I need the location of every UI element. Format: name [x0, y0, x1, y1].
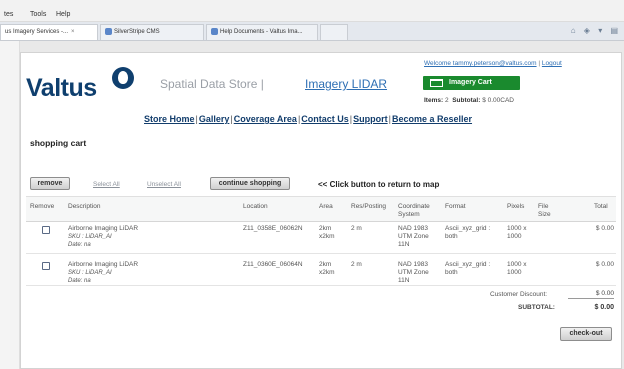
- nav-separator: |: [349, 114, 353, 124]
- site-name: Spatial Data Store |: [160, 77, 264, 91]
- browser-tabbar: us Imagery Services -... × SilverStripe C…: [0, 22, 624, 41]
- valtus-logo-mark-icon: [112, 67, 134, 89]
- menu-item-file[interactable]: tes: [4, 11, 13, 18]
- tab-label: SilverStripe CMS: [114, 29, 160, 35]
- column-header-remove: Remove: [30, 203, 55, 210]
- welcome-user-link[interactable]: Welcome tammy.peterson@valtus.com: [424, 60, 537, 67]
- column-header-file-size: File Size: [538, 203, 551, 218]
- menu-item-tools[interactable]: Tools: [30, 11, 46, 18]
- nav-separator: |: [388, 114, 391, 124]
- remove-checkbox[interactable]: [42, 226, 50, 234]
- cart-summary: Items: 2 Subtotal: $ 0.00CAD: [424, 97, 514, 104]
- subtotal-value: $ 0.00CAD: [482, 97, 514, 104]
- menu-item-help[interactable]: Help: [56, 11, 70, 18]
- item-description: Airborne Imaging LiDAR: [68, 225, 139, 232]
- unselect-all-link[interactable]: Unselect All: [147, 181, 181, 188]
- row-divider: [26, 285, 616, 286]
- imagery-cart-label: Imagery Cart: [449, 79, 492, 86]
- select-all-link[interactable]: Select All: [93, 181, 120, 188]
- column-header-coordinate-system: Coordinate System: [398, 203, 430, 218]
- item-date: Date: na: [68, 278, 91, 284]
- item-total: $ 0.00: [595, 261, 614, 268]
- tab-label: Help Documents - Valtus Ima...: [220, 29, 303, 35]
- item-total: $ 0.00: [595, 225, 614, 232]
- item-location: Z11_0358E_06062N: [243, 225, 303, 232]
- item-format: Ascii_xyz_grid : both: [445, 225, 491, 240]
- tab-help-documents[interactable]: Help Documents - Valtus Ima...: [206, 24, 318, 40]
- row-divider: [26, 253, 616, 254]
- tab-label: us Imagery Services -...: [5, 29, 69, 35]
- item-area: 2km x2km: [319, 261, 335, 276]
- chevron-down-icon[interactable]: ▾: [598, 26, 602, 35]
- subtotal-label: Subtotal:: [452, 97, 481, 104]
- item-sku: SKU : LiDAR_AI: [68, 234, 112, 240]
- column-header-total: Total: [594, 203, 608, 210]
- column-header-format: Format: [445, 203, 466, 210]
- tab-valtus[interactable]: us Imagery Services -... ×: [0, 24, 98, 40]
- item-sku: SKU : LiDAR_AI: [68, 270, 112, 276]
- nav-separator: |: [195, 114, 198, 124]
- page-title: shopping cart: [30, 138, 87, 148]
- nav-coverage-area[interactable]: Coverage Area: [234, 114, 297, 124]
- return-to-map-hint: << Click button to return to map: [318, 180, 440, 189]
- browser-menubar: tes Tools Help: [0, 0, 624, 22]
- nav-separator: |: [297, 114, 301, 124]
- item-res: 2 m: [351, 261, 362, 268]
- left-gutter: [0, 41, 20, 369]
- items-label: Items:: [424, 97, 444, 104]
- nav-become-reseller[interactable]: Become a Reseller: [392, 114, 472, 124]
- remove-checkbox[interactable]: [42, 262, 50, 270]
- valtus-logo[interactable]: Valtus: [26, 74, 97, 103]
- nav-store-home[interactable]: Store Home: [144, 114, 195, 124]
- new-tab-button[interactable]: [320, 24, 348, 40]
- home-icon[interactable]: ⌂: [571, 26, 576, 35]
- close-icon[interactable]: ×: [71, 29, 75, 35]
- column-header-pixels: Pixels: [507, 203, 525, 210]
- welcome-separator: |: [538, 60, 541, 67]
- nav-separator: |: [230, 114, 233, 124]
- item-format: Ascii_xyz_grid : both: [445, 261, 491, 276]
- item-coordinate-system: NAD 1983 UTM Zone 11N: [398, 225, 429, 248]
- continue-shopping-button[interactable]: continue shopping: [210, 177, 290, 190]
- item-location: Z11_0360E_06064N: [243, 261, 303, 268]
- imagery-lidar-link[interactable]: Imagery LIDAR: [305, 77, 387, 91]
- item-description: Airborne Imaging LiDAR: [68, 261, 139, 268]
- cart-subtotal-value: $ 0.00: [594, 304, 614, 311]
- customer-discount-label: Customer Discount:: [490, 291, 548, 298]
- tab-silverstripe[interactable]: SilverStripe CMS: [100, 24, 204, 40]
- column-header-location: Location: [243, 203, 268, 210]
- column-header-area: Area: [319, 203, 333, 210]
- remove-button[interactable]: remove: [30, 177, 70, 190]
- item-res: 2 m: [351, 225, 362, 232]
- check-out-button[interactable]: check-out: [560, 327, 612, 341]
- cart-subtotal-label: SUBTOTAL:: [518, 304, 555, 311]
- item-pixels: 1000 x 1000: [507, 225, 527, 240]
- browser-toolbar-icons: ⌂ ◈ ▾ ▤: [565, 26, 618, 38]
- page-icon: [211, 27, 218, 35]
- item-date: Date: na: [68, 242, 91, 248]
- rss-icon[interactable]: ◈: [584, 26, 590, 35]
- column-header-description: Description: [68, 203, 101, 210]
- item-pixels: 1000 x 1000: [507, 261, 527, 276]
- nav-support[interactable]: Support: [353, 114, 388, 124]
- print-icon[interactable]: ▤: [610, 26, 618, 35]
- imagery-cart-button[interactable]: Imagery Cart: [423, 76, 520, 90]
- logout-link[interactable]: Logout: [542, 60, 562, 67]
- item-coordinate-system: NAD 1983 UTM Zone 11N: [398, 261, 429, 284]
- page-icon: [105, 27, 112, 35]
- cart-icon: [430, 79, 443, 87]
- welcome-bar: Welcome tammy.peterson@valtus.com | Logo…: [424, 60, 562, 67]
- customer-discount-value: $ 0.00: [568, 288, 614, 299]
- item-area: 2km x2km: [319, 225, 335, 240]
- nav-gallery[interactable]: Gallery: [199, 114, 230, 124]
- items-count: 2: [444, 97, 449, 104]
- column-header-res-posting: Res/Posting: [351, 203, 387, 210]
- nav-contact-us[interactable]: Contact Us: [301, 114, 349, 124]
- main-nav: Store Home|Gallery|Coverage Area|Contact…: [144, 114, 472, 124]
